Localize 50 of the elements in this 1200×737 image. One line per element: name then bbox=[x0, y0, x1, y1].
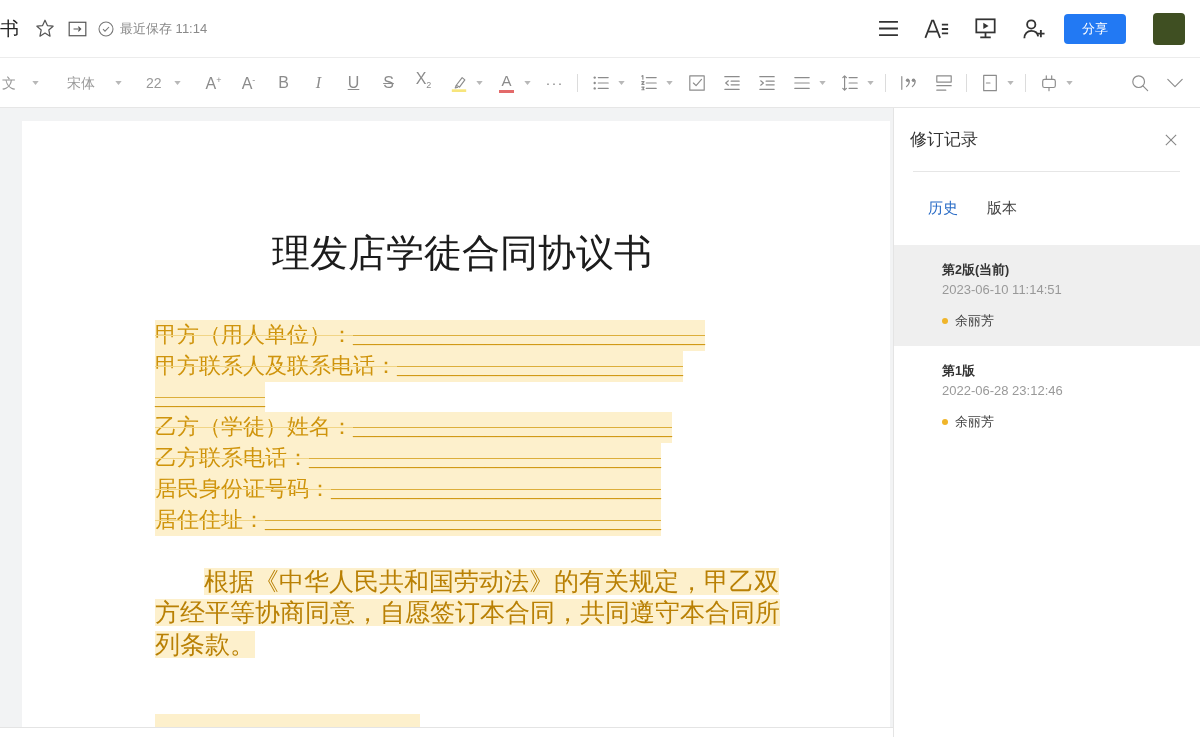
panel-tab[interactable]: 版本 bbox=[987, 196, 1017, 220]
quote-icon bbox=[899, 73, 918, 92]
version-item[interactable]: 第2版(当前) 2023-06-10 11:14:51 余丽芳 bbox=[894, 245, 1200, 346]
increase-font-button[interactable]: A$^{+}$ bbox=[196, 67, 231, 98]
version-name: 第1版 bbox=[942, 363, 976, 380]
avatar-image[interactable] bbox=[1153, 12, 1185, 45]
more-button[interactable]: ··· bbox=[537, 67, 572, 98]
author-dot-icon bbox=[942, 318, 948, 324]
contract-paragraph: 根据《中华人民共和国劳动法》的有关规定，甲乙双方经平等协商同意，自愿签订本合同，共同遵守本合同所列条款。 bbox=[155, 566, 781, 660]
version-time: 2023-06-10 11:14:51 bbox=[942, 281, 1063, 299]
check-circle-icon bbox=[98, 20, 114, 37]
italic-button[interactable]: I bbox=[301, 67, 336, 98]
author-dot-icon bbox=[942, 419, 948, 425]
share-button[interactable]: 分享 bbox=[1064, 13, 1126, 44]
panel-tab[interactable]: 历史 bbox=[928, 196, 958, 220]
decrease-font-button[interactable]: A$^{-}$ bbox=[231, 67, 266, 98]
document-heading: 理发店学徒合同协议书 bbox=[271, 231, 653, 276]
close-icon[interactable] bbox=[1165, 134, 1177, 146]
numbered-list-icon bbox=[639, 73, 658, 92]
form-label: 居住住址： bbox=[155, 504, 265, 536]
version-time: 2022-06-28 23:12:46 bbox=[942, 382, 1064, 400]
font-dropdown[interactable]: 宋体 bbox=[60, 67, 138, 98]
panel-title: 修订记录 bbox=[910, 129, 978, 151]
document-title: 书 bbox=[0, 16, 19, 41]
font-color-button[interactable]: A bbox=[489, 67, 537, 98]
star-icon[interactable] bbox=[35, 19, 55, 38]
line-spacing-icon bbox=[840, 73, 859, 92]
save-status: 最近保存 11:14 bbox=[120, 19, 208, 38]
task-list-icon bbox=[687, 73, 706, 92]
page-icon bbox=[980, 73, 999, 92]
paragraph-style-dropdown[interactable]: 文 bbox=[0, 67, 60, 98]
font-lines-icon[interactable] bbox=[924, 18, 949, 39]
version-name: 第2版(当前) bbox=[942, 262, 1011, 279]
strikethrough-button[interactable]: S bbox=[371, 67, 406, 98]
font-size-dropdown[interactable]: 22 bbox=[138, 67, 196, 98]
add-user-icon[interactable] bbox=[1023, 17, 1045, 40]
version-item[interactable]: 第1版 2022-06-28 23:12:46 余丽芳 bbox=[894, 346, 1200, 447]
block-lines-icon bbox=[934, 73, 953, 92]
bold-button[interactable]: B bbox=[266, 67, 301, 98]
indent-icon bbox=[757, 73, 776, 92]
underline-button[interactable]: U bbox=[336, 67, 371, 98]
outdent-icon bbox=[722, 73, 741, 92]
bullet-list-icon bbox=[591, 73, 610, 92]
author-name: 余丽芳 bbox=[955, 312, 994, 330]
search-icon bbox=[1130, 73, 1149, 92]
menu-icon[interactable] bbox=[878, 20, 899, 37]
monitor-play-icon[interactable] bbox=[975, 18, 996, 39]
author-name: 余丽芳 bbox=[955, 413, 994, 431]
plug-icon bbox=[1039, 73, 1058, 92]
subscript-button[interactable]: X$_{2}$ bbox=[406, 67, 441, 98]
